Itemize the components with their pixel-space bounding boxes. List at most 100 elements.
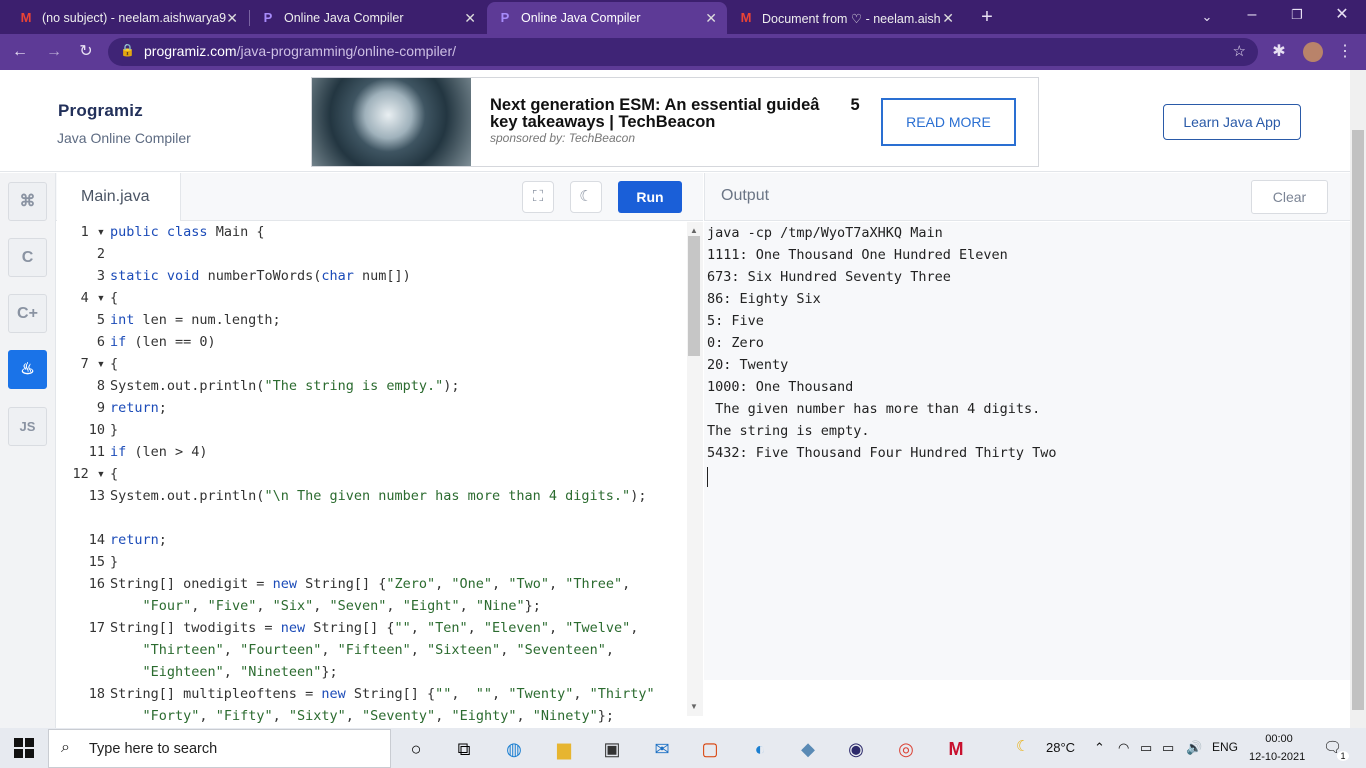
read-more-button[interactable]: READ MORE: [881, 98, 1016, 146]
code-line[interactable]: System.out.println("\n The given number …: [110, 488, 646, 504]
extensions-icon[interactable]: ✱: [1267, 40, 1291, 64]
window-close-icon[interactable]: ✕: [1330, 3, 1354, 27]
line-number: 17: [88, 620, 105, 636]
page-scroll-thumb[interactable]: [1352, 130, 1364, 710]
code-line[interactable]: "Forty", "Fifty", "Sixty", "Seventy", "E…: [110, 708, 615, 724]
bookmark-star-icon[interactable]: ☆: [1233, 42, 1246, 60]
code-line[interactable]: public class Main {: [110, 224, 264, 240]
close-tab-icon[interactable]: ✕: [226, 10, 238, 27]
temperature[interactable]: 28°C: [1046, 740, 1075, 755]
code-line[interactable]: String[] onedigit = new String[] {"Zero"…: [110, 576, 630, 592]
code-line[interactable]: return;: [110, 532, 167, 548]
fullscreen-icon[interactable]: ⛶: [522, 181, 554, 213]
code-line[interactable]: "Four", "Five", "Six", "Seven", "Eight",…: [110, 598, 541, 614]
app-icon[interactable]: ◆: [792, 733, 824, 765]
ad-sponsor: sponsored by: TechBeacon: [490, 131, 635, 145]
chrome-menu-icon[interactable]: ⋮: [1333, 40, 1357, 64]
windows-start-icon[interactable]: [14, 738, 34, 758]
code-line[interactable]: }: [110, 554, 118, 570]
file-tab[interactable]: Main.java: [57, 173, 181, 221]
file-explorer-icon[interactable]: ▆: [548, 733, 580, 765]
volume-icon[interactable]: 🔊: [1186, 740, 1202, 756]
office-icon[interactable]: ▢: [694, 733, 726, 765]
code-line[interactable]: String[] multipleoftens = new String[] {…: [110, 686, 655, 702]
js-language-button[interactable]: JS: [8, 407, 47, 446]
browser-tab[interactable]: M Document from ♡ - neelam.aish ✕: [728, 2, 964, 34]
run-button[interactable]: Run: [618, 181, 682, 213]
chrome-icon[interactable]: ◎: [890, 733, 922, 765]
address-bar[interactable]: 🔒 programiz.com/java-programming/online-…: [108, 38, 1258, 66]
quick-assist-icon[interactable]: ◐: [744, 733, 776, 765]
store-icon[interactable]: ▣: [596, 733, 628, 765]
editor-scroll-thumb[interactable]: [688, 236, 700, 356]
code-line[interactable]: "Thirteen", "Fourteen", "Fifteen", "Sixt…: [110, 642, 614, 658]
code-line[interactable]: "Eighteen", "Nineteen"};: [110, 664, 338, 680]
wifi-icon[interactable]: ◠: [1118, 740, 1129, 756]
code-line[interactable]: if (len > 4): [110, 444, 208, 460]
browser-tab[interactable]: M (no subject) - neelam.aishwarya9 ✕: [8, 2, 248, 34]
learn-java-app-button[interactable]: Learn Java App: [1163, 104, 1301, 140]
language-indicator[interactable]: ENG: [1212, 740, 1238, 754]
c-language-button[interactable]: C: [8, 238, 47, 277]
python-language-button[interactable]: ⌘: [8, 182, 47, 221]
taskbar-search-box[interactable]: ⌕ Type here to search: [48, 729, 391, 768]
line-number: 9: [96, 400, 105, 416]
back-icon[interactable]: ←: [8, 40, 32, 64]
edge-icon[interactable]: ◍: [498, 733, 530, 765]
code-editor[interactable]: 1 ▾ public class Main {2 3 static void nu…: [57, 222, 687, 728]
java-cup-icon: ♨: [20, 361, 35, 378]
code-line[interactable]: int len = num.length;: [110, 312, 281, 328]
programiz-icon: P: [263, 10, 273, 25]
cortana-icon[interactable]: ○: [400, 733, 432, 765]
forward-icon[interactable]: →: [42, 40, 66, 64]
ad-image[interactable]: [312, 78, 471, 166]
minimize-icon[interactable]: –: [1240, 3, 1264, 27]
profile-avatar[interactable]: [1303, 42, 1323, 62]
close-tab-icon[interactable]: ✕: [464, 10, 476, 27]
new-tab-icon[interactable]: +: [975, 5, 999, 29]
code-line[interactable]: static void numberToWords(char num[]): [110, 268, 411, 284]
network-icon[interactable]: ▭: [1162, 740, 1174, 756]
url-path: /java-programming/online-compiler/: [236, 43, 457, 59]
java-language-button[interactable]: ♨: [8, 350, 47, 389]
close-tab-icon[interactable]: ✕: [942, 10, 954, 27]
code-line[interactable]: }: [110, 422, 118, 438]
close-tab-icon[interactable]: ✕: [705, 10, 717, 27]
task-view-icon[interactable]: ⧉: [448, 733, 480, 765]
mail-icon[interactable]: ✉: [646, 733, 678, 765]
line-number: 12 ▾: [72, 466, 105, 482]
clock-time[interactable]: 00:00: [1262, 733, 1296, 745]
battery-icon[interactable]: ▭: [1140, 740, 1152, 756]
cpp-language-button[interactable]: C+: [8, 294, 47, 333]
ad-title[interactable]: Next generation ESM: An essential guideâ…: [490, 97, 870, 131]
line-number: 14: [88, 532, 105, 548]
gmail-icon: M: [20, 10, 32, 25]
mcafee-icon[interactable]: M: [940, 733, 972, 765]
maximize-icon[interactable]: ❐: [1285, 3, 1309, 27]
browser-tab-active[interactable]: P Online Java Compiler ✕: [487, 2, 727, 34]
programiz-logo[interactable]: Programiz: [58, 101, 143, 121]
line-number: 16: [88, 576, 105, 592]
tab-search-icon[interactable]: ⌄: [1195, 5, 1219, 29]
weather-icon[interactable]: ☾: [1016, 737, 1029, 755]
output-line: java -cp /tmp/WyoT7aXHKQ Main: [707, 225, 943, 241]
output-line: 5432: Five Thousand Four Hundred Thirty …: [707, 445, 1057, 461]
output-console[interactable]: java -cp /tmp/WyoT7aXHKQ Main 1111: One T…: [704, 222, 1350, 680]
code-line[interactable]: {: [110, 466, 118, 482]
output-line: The given number has more than 4 digits.: [707, 401, 1041, 417]
code-line[interactable]: return;: [110, 400, 167, 416]
dark-mode-icon[interactable]: ☾: [570, 181, 602, 213]
code-line[interactable]: if (len == 0): [110, 334, 216, 350]
code-line[interactable]: {: [110, 356, 118, 372]
reload-icon[interactable]: ↻: [74, 40, 98, 64]
code-line[interactable]: String[] twodigits = new String[] {"", "…: [110, 620, 638, 636]
scroll-up-arrow-icon[interactable]: ▲: [690, 226, 698, 235]
eclipse-icon[interactable]: ◉: [840, 733, 872, 765]
code-line[interactable]: {: [110, 290, 118, 306]
clear-button[interactable]: Clear: [1251, 180, 1328, 214]
code-line[interactable]: System.out.println("The string is empty.…: [110, 378, 460, 394]
clock-date[interactable]: 12-10-2021: [1249, 751, 1305, 763]
show-hidden-icons[interactable]: ⌃: [1094, 740, 1105, 756]
scroll-down-arrow-icon[interactable]: ▼: [690, 702, 698, 711]
browser-tab[interactable]: P Online Java Compiler ✕: [250, 2, 486, 34]
